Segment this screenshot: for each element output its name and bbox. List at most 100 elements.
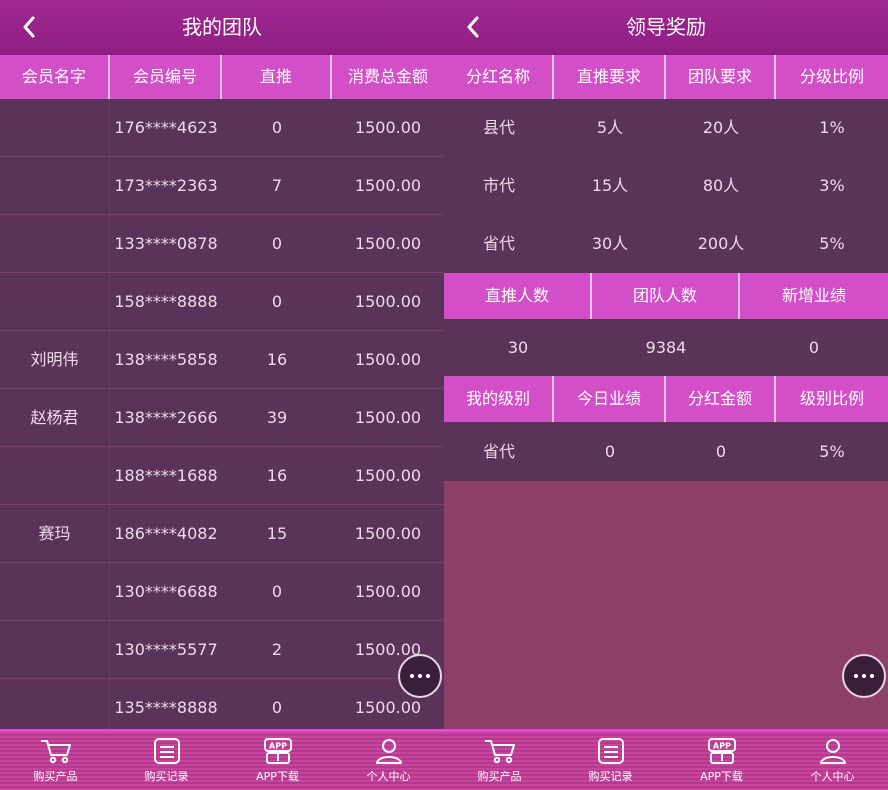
dividend-name-cell: 市代 (482, 176, 515, 195)
column-direct: 直推 (222, 55, 332, 99)
team-row: 赵杨君 138****2666 39 1500.00 (0, 389, 444, 447)
tab-label: 购买记录 (588, 770, 633, 783)
member-name-cell (0, 621, 110, 678)
member-id-cell: 133****0878 (114, 234, 218, 253)
team-row: 130****6688 0 1500.00 (0, 563, 444, 621)
tab-app-download[interactable]: APP APP下载 (222, 732, 333, 790)
total-amount-cell: 1500.00 (354, 350, 422, 369)
app-download-icon: APP (702, 736, 742, 766)
cart-icon (36, 736, 76, 766)
team-requirement-cell: 80人 (702, 176, 740, 195)
top-bar: 我的团队 (0, 0, 444, 55)
team-row: 188****1688 16 1500.00 (0, 447, 444, 505)
svg-text:APP: APP (713, 742, 731, 751)
column-new-performance: 新增业绩 (781, 286, 846, 305)
team-row: 176****4623 0 1500.00 (0, 99, 444, 157)
column-team-requirement: 团队要求 (666, 55, 776, 99)
svg-text:APP: APP (269, 742, 287, 751)
more-dots-icon (410, 674, 430, 678)
tab-cart[interactable]: 购买产品 (444, 732, 555, 790)
member-name-cell (0, 563, 110, 620)
direct-count-cell: 16 (266, 350, 288, 369)
team-table-header: 会员名字 会员编号 直推 消费总金额 (0, 55, 444, 99)
member-name-cell (0, 157, 110, 214)
total-amount-cell: 1500.00 (354, 234, 422, 253)
leader-reward-screen: 领导奖励 分红名称 直推要求 团队要求 分级比例 县代 5人 20人 1% 市代 15人 8… (444, 0, 888, 790)
column-today-performance: 今日业绩 (554, 376, 666, 422)
tab-user[interactable]: 个人中心 (777, 732, 888, 790)
team-requirement-cell: 200人 (697, 234, 745, 253)
direct-count-cell: 16 (266, 466, 288, 485)
level-ratio-value: 5% (819, 442, 845, 461)
column-grade-ratio: 分级比例 (799, 67, 864, 86)
dividend-table-header: 分红名称 直推要求 团队要求 分级比例 (444, 55, 888, 99)
total-amount-cell: 1500.00 (354, 408, 422, 427)
column-member-name: 会员名字 (0, 55, 110, 99)
dividend-row: 省代 30人 200人 5% (444, 215, 888, 273)
tab-list[interactable]: 购买记录 (555, 732, 666, 790)
member-name-cell: 赵杨君 (0, 389, 110, 446)
tab-app-download[interactable]: APP APP下载 (666, 732, 777, 790)
member-id-cell: 186****4082 (114, 524, 218, 543)
member-name-cell (0, 679, 110, 736)
direct-requirement-cell: 5人 (596, 118, 624, 137)
tab-list[interactable]: 购买记录 (111, 732, 222, 790)
tab-label: 购买产品 (477, 770, 522, 783)
dividend-name-cell: 县代 (482, 118, 515, 137)
dividend-row: 县代 5人 20人 1% (444, 99, 888, 157)
team-row: 173****2363 7 1500.00 (0, 157, 444, 215)
list-icon (591, 736, 631, 766)
user-icon (813, 736, 853, 766)
tab-label: 个人中心 (366, 770, 411, 783)
column-level-ratio: 级别比例 (799, 389, 864, 408)
direct-count-cell: 0 (271, 234, 283, 253)
member-id-cell: 158****8888 (114, 292, 218, 311)
tab-label: 个人中心 (810, 770, 855, 783)
more-button[interactable] (842, 654, 886, 698)
total-amount-cell: 1500.00 (354, 466, 422, 485)
direct-count-cell: 15 (266, 524, 288, 543)
tab-cart[interactable]: 购买产品 (0, 732, 111, 790)
total-amount-cell: 1500.00 (354, 582, 422, 601)
member-id-cell: 173****2363 (114, 176, 218, 195)
total-amount-cell: 1500.00 (354, 176, 422, 195)
direct-count-cell: 0 (271, 582, 283, 601)
total-amount-cell: 1500.00 (354, 292, 422, 311)
member-id-cell: 188****1688 (114, 466, 218, 485)
cart-icon (480, 736, 520, 766)
column-dividend-name: 分红名称 (444, 55, 554, 99)
tab-label: APP下载 (256, 770, 299, 783)
member-id-cell: 138****2666 (114, 408, 218, 427)
team-requirement-cell: 20人 (702, 118, 740, 137)
tab-user[interactable]: 个人中心 (333, 732, 444, 790)
stats-row: 30 9384 0 (444, 320, 888, 376)
tab-label: 购买产品 (33, 770, 78, 783)
new-performance-value: 0 (808, 338, 820, 357)
team-row: 刘明伟 138****5858 16 1500.00 (0, 331, 444, 389)
member-id-cell: 130****5577 (114, 640, 218, 659)
team-row: 赛玛 186****4082 15 1500.00 (0, 505, 444, 563)
team-row: 158****8888 0 1500.00 (0, 273, 444, 331)
more-button[interactable] (398, 654, 442, 698)
app-download-icon: APP (258, 736, 298, 766)
today-performance-value: 0 (604, 442, 616, 461)
column-direct-requirement: 直推要求 (554, 55, 666, 99)
column-dividend-amount: 分红金额 (666, 376, 776, 422)
grade-ratio-cell: 5% (819, 234, 845, 253)
team-row: 130****5577 2 1500.00 (0, 621, 444, 679)
direct-count-cell: 2 (271, 640, 283, 659)
column-member-id: 会员编号 (110, 55, 222, 99)
member-name-cell (0, 273, 110, 330)
column-team-count: 团队人数 (592, 273, 740, 319)
member-id-cell: 135****8888 (114, 698, 218, 717)
member-name-cell (0, 99, 110, 156)
team-count-value: 9384 (645, 338, 687, 357)
direct-count-cell: 0 (271, 698, 283, 717)
empty-content-area (444, 481, 888, 731)
member-name-cell: 刘明伟 (0, 331, 110, 388)
direct-count-value: 30 (507, 338, 529, 357)
direct-requirement-cell: 15人 (591, 176, 629, 195)
bottom-tab-bar: 购买产品 购买记录 APP APP下载 个人中心 (0, 729, 444, 790)
page-title: 领导奖励 (626, 15, 706, 39)
level-row: 省代 0 0 5% (444, 423, 888, 481)
